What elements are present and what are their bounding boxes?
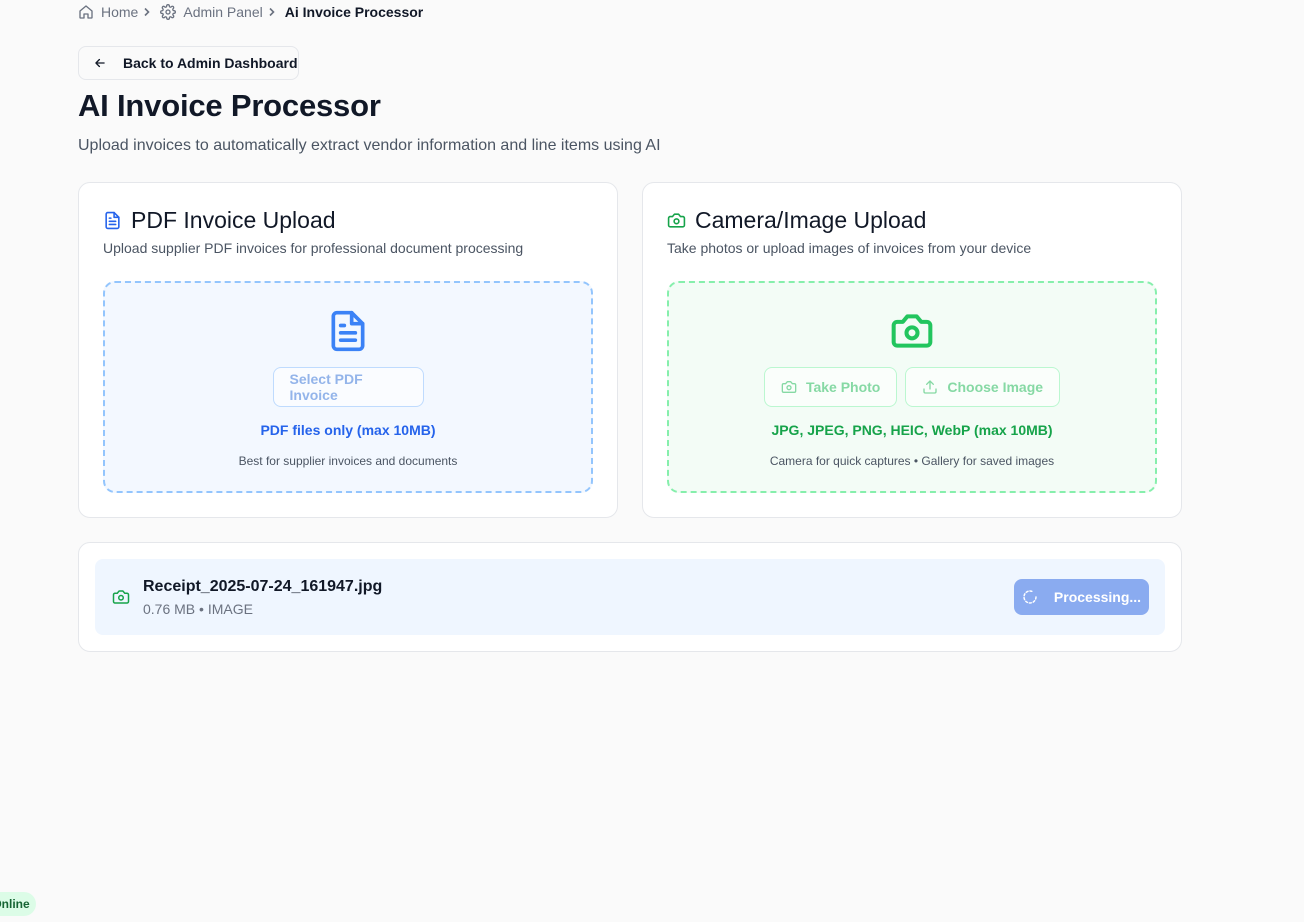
home-icon (79, 5, 93, 19)
processing-label: Processing... (1053, 589, 1142, 605)
choose-image-button[interactable]: Choose Image (905, 367, 1061, 407)
pdf-dropzone[interactable]: Select PDF Invoice PDF files only (max 1… (103, 281, 593, 493)
pdf-hint-text: Best for supplier invoices and documents (238, 454, 458, 468)
choose-image-label: Choose Image (947, 379, 1044, 395)
breadcrumb-current: Ai Invoice Processor (284, 4, 424, 20)
image-card-description: Take photos or upload images of invoices… (667, 240, 1032, 256)
breadcrumb-home[interactable]: Home (78, 4, 138, 20)
upload-queue-card: Receipt_2025-07-24_161947.jpg 0.76 MB • … (78, 542, 1182, 652)
breadcrumb: Home Admin Panel Ai Invoice Processor (78, 2, 423, 22)
arrow-left-icon (95, 58, 105, 68)
breadcrumb-admin-label: Admin Panel (183, 4, 263, 20)
upload-icon (923, 380, 938, 394)
page-title: AI Invoice Processor (78, 88, 381, 123)
camera-icon (667, 213, 686, 228)
camera-icon (891, 314, 933, 348)
processing-button[interactable]: Processing... (1014, 579, 1149, 615)
pdf-formats-text: PDF files only (max 10MB) (260, 422, 436, 438)
pdf-upload-card: PDF Invoice Upload Upload supplier PDF i… (78, 182, 618, 518)
select-pdf-invoice-button[interactable]: Select PDF Invoice (272, 367, 424, 407)
image-dropzone[interactable]: Take Photo Choose Image JPG, JPEG, PNG, … (667, 281, 1157, 493)
camera-icon (781, 381, 797, 393)
chevron-right-icon (267, 7, 277, 17)
connection-status-badge: Online (0, 892, 36, 916)
take-photo-button[interactable]: Take Photo (763, 367, 898, 407)
image-card-title-text: Camera/Image Upload (695, 207, 927, 233)
back-button-label: Back to Admin Dashboard (123, 55, 298, 71)
pdf-card-description: Upload supplier PDF invoices for profess… (103, 240, 524, 256)
breadcrumb-home-label: Home (101, 4, 139, 20)
camera-icon (112, 590, 130, 604)
page-subtitle: Upload invoices to automatically extract… (78, 137, 661, 154)
gear-icon (160, 4, 177, 20)
breadcrumb-admin-panel[interactable]: Admin Panel (160, 4, 263, 20)
image-formats-text: JPG, JPEG, PNG, HEIC, WebP (max 10MB) (771, 422, 1053, 438)
image-hint-text: Camera for quick captures • Gallery for … (769, 454, 1055, 468)
take-photo-label: Take Photo (805, 379, 881, 395)
spinner-icon (1023, 590, 1037, 604)
file-text-icon (331, 310, 365, 352)
back-to-admin-dashboard-button[interactable]: Back to Admin Dashboard (78, 46, 299, 80)
image-upload-card: Camera/Image Upload Take photos or uploa… (642, 182, 1182, 518)
pdf-card-title: PDF Invoice Upload (103, 207, 336, 234)
file-meta: 0.76 MB • IMAGE (143, 601, 253, 617)
chevron-right-icon (142, 7, 152, 17)
file-text-icon (105, 211, 120, 230)
file-name: Receipt_2025-07-24_161947.jpg (143, 578, 383, 595)
file-row: Receipt_2025-07-24_161947.jpg 0.76 MB • … (95, 559, 1165, 635)
image-card-title: Camera/Image Upload (667, 207, 926, 234)
pdf-card-title-text: PDF Invoice Upload (131, 207, 336, 233)
